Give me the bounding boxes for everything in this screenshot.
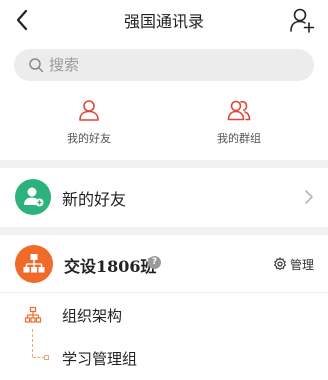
person-icon: [79, 100, 99, 121]
my-groups-button[interactable]: 我的群组: [179, 98, 299, 150]
divider: [0, 292, 328, 293]
new-friend-avatar: [15, 179, 51, 215]
section-divider: [0, 160, 328, 168]
chevron-right-icon: [305, 190, 313, 204]
org-structure-label: 组织架构: [62, 307, 123, 325]
section-divider: [0, 227, 328, 235]
gear-icon: [274, 257, 286, 271]
help-icon[interactable]: ?: [148, 256, 161, 269]
manage-button[interactable]: 管理: [273, 255, 314, 273]
sub-group-label: 学习管理组: [62, 350, 138, 368]
search-input[interactable]: [49, 49, 299, 81]
my-friends-label: 我的好友: [67, 132, 111, 145]
group-name: 交设1806班: [64, 257, 157, 276]
add-contact-icon[interactable]: [288, 6, 316, 34]
my-groups-label: 我的群组: [217, 132, 261, 145]
page-title: 强国通讯录: [123, 12, 204, 31]
new-friends-row[interactable]: 新的好友: [0, 169, 328, 225]
my-friends-button[interactable]: 我的好友: [29, 98, 149, 150]
new-friends-label: 新的好友: [62, 190, 127, 209]
org-structure-icon: [24, 306, 42, 323]
org-structure-row[interactable]: 组织架构: [0, 300, 328, 332]
sub-group-row[interactable]: 学习管理组: [0, 343, 328, 375]
org-chart-icon: [23, 254, 45, 273]
add-friend-icon: [24, 187, 44, 207]
search-icon: [29, 58, 44, 73]
people-icon: [227, 100, 251, 121]
group-row[interactable]: 交设1806班 ? 管理: [0, 242, 328, 288]
manage-label: 管理: [289, 257, 314, 272]
header: 强国通讯录: [0, 0, 328, 40]
group-avatar: [15, 245, 53, 283]
search-bar[interactable]: [14, 49, 314, 81]
